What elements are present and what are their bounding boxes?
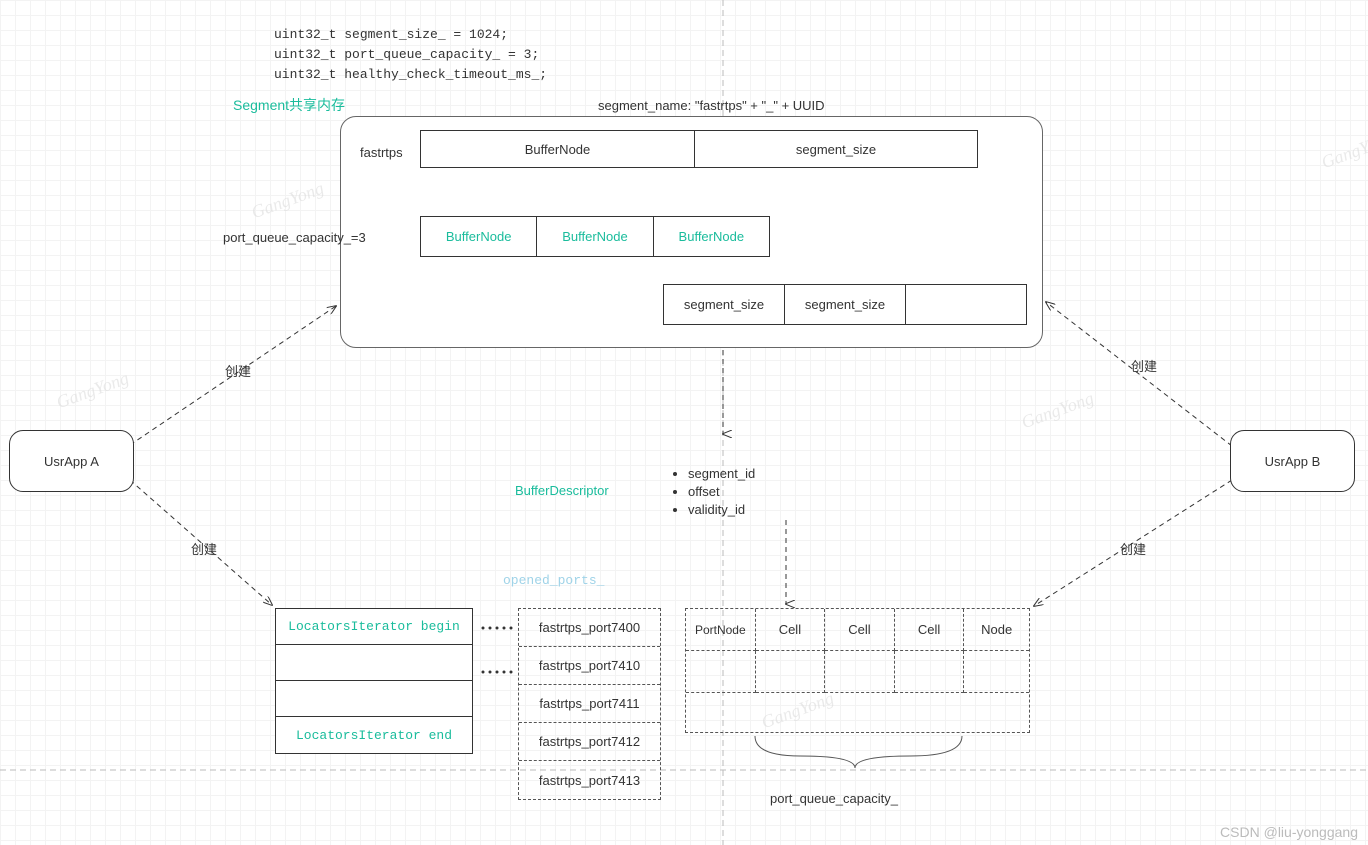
col-portnode: PortNode — [686, 609, 756, 651]
cell: segment_size — [664, 285, 785, 324]
cell: BufferNode — [537, 217, 653, 256]
locator-end: LocatorsIterator end — [276, 717, 472, 753]
col-cell: Cell — [825, 609, 895, 651]
cell-empty — [906, 285, 1026, 324]
buffer-descriptor-list: segment_id offset validity_id — [672, 465, 755, 519]
create-label: 创建 — [191, 539, 217, 558]
segment-title: Segment共享内存 — [233, 95, 345, 115]
locator-begin: LocatorsIterator begin — [276, 609, 472, 645]
cell-buffernode: BufferNode — [421, 131, 695, 167]
row-buffer-node: BufferNode segment_size — [420, 130, 978, 168]
list-item: offset — [688, 483, 755, 501]
col-cell: Cell — [756, 609, 826, 651]
port-row: fastrtps_port7400 — [519, 609, 660, 647]
usrapp-b-box: UsrApp B — [1230, 430, 1355, 492]
code-line: uint32_t segment_size_ = 1024; — [274, 25, 547, 45]
list-item: segment_id — [688, 465, 755, 483]
credit-label: CSDN @liu-yonggang — [1220, 824, 1358, 840]
cell: BufferNode — [421, 217, 537, 256]
segment-name-label: segment_name: "fastrtps" + "_" + UUID — [598, 98, 825, 113]
col-node: Node — [964, 609, 1029, 651]
portnode-table: PortNode Cell Cell Cell Node — [685, 608, 1030, 733]
usrapp-a-box: UsrApp A — [9, 430, 134, 492]
locators-table: LocatorsIterator begin LocatorsIterator … — [275, 608, 473, 754]
list-item: validity_id — [688, 501, 755, 519]
port-row: fastrtps_port7412 — [519, 723, 660, 761]
cell-empty — [825, 651, 895, 693]
cell-empty — [964, 651, 1029, 693]
pqc-bottom-label: port_queue_capacity_ — [770, 791, 898, 806]
code-block: uint32_t segment_size_ = 1024; uint32_t … — [274, 25, 547, 85]
pqc-label: port_queue_capacity_=3 — [223, 230, 366, 245]
cell: segment_size — [785, 285, 906, 324]
cell-empty — [686, 651, 756, 693]
cell: BufferNode — [654, 217, 769, 256]
create-label: 创建 — [1131, 356, 1157, 375]
buffer-descriptor-label: BufferDescriptor — [515, 483, 609, 498]
port-row: fastrtps_port7413 — [519, 761, 660, 799]
fastrtps-label: fastrtps — [360, 145, 403, 160]
port-row: fastrtps_port7410 — [519, 647, 660, 685]
row-buffer-nodes: BufferNode BufferNode BufferNode — [420, 216, 770, 257]
locator-row — [276, 681, 472, 717]
cell-segment-size: segment_size — [695, 131, 977, 167]
create-label: 创建 — [1120, 539, 1146, 558]
row-segment-sizes: segment_size segment_size — [663, 284, 1027, 325]
col-cell: Cell — [895, 609, 965, 651]
locator-row — [276, 645, 472, 681]
opened-ports-label: opened_ports_ — [503, 573, 604, 588]
code-line: uint32_t healthy_check_timeout_ms_; — [274, 65, 547, 85]
cell-empty — [895, 651, 965, 693]
code-line: uint32_t port_queue_capacity_ = 3; — [274, 45, 547, 65]
port-row: fastrtps_port7411 — [519, 685, 660, 723]
cell-empty — [756, 651, 826, 693]
create-label: 创建 — [225, 361, 251, 380]
ports-table: fastrtps_port7400 fastrtps_port7410 fast… — [518, 608, 661, 800]
